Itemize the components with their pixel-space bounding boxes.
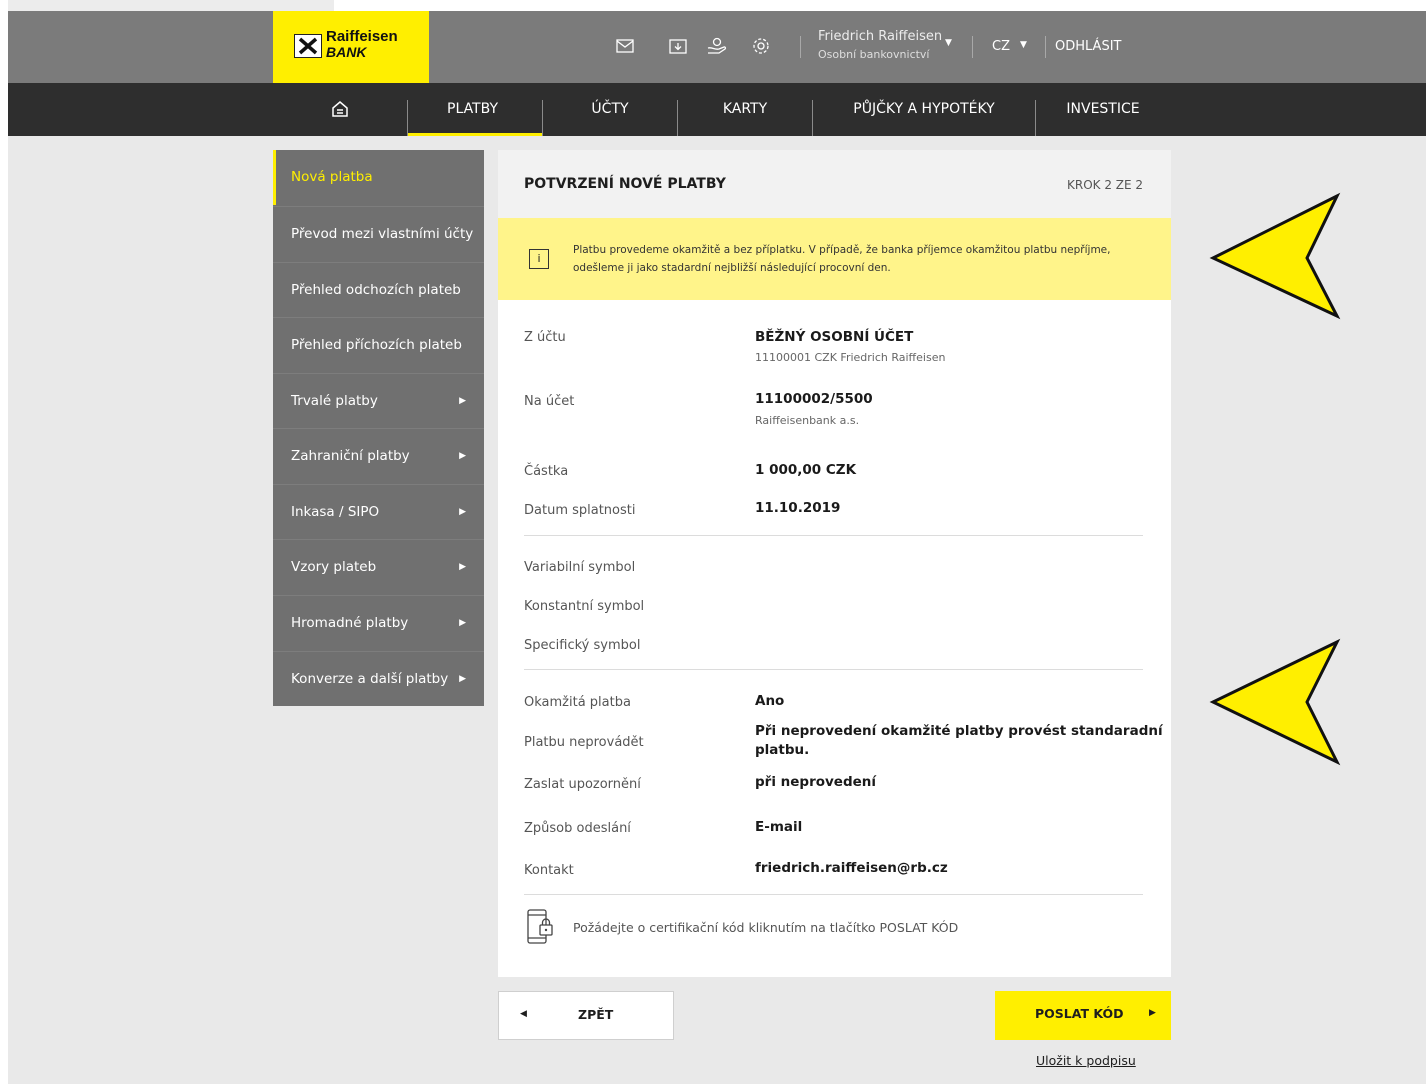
instant-payment-label: Okamžitá platba xyxy=(524,695,631,710)
mail-icon[interactable] xyxy=(615,36,635,56)
header-divider xyxy=(1045,36,1046,58)
instant-payment-value: Ano xyxy=(755,693,785,709)
notify-value: při neprovedení xyxy=(755,774,877,790)
to-account-value: 11100002/5500 xyxy=(755,391,873,407)
chevron-left-icon: ◀ xyxy=(520,1009,527,1019)
sidebar-item-trvale[interactable]: Trvalé platby ▶ xyxy=(273,373,484,428)
chevron-right-icon: ▶ xyxy=(459,396,466,406)
hand-money-icon[interactable] xyxy=(706,36,727,56)
sidebar-item-label: Převod mezi vlastními účty xyxy=(291,226,474,242)
header-divider xyxy=(972,36,973,58)
from-account-label: Z účtu xyxy=(524,330,566,345)
chevron-right-icon: ▶ xyxy=(459,507,466,517)
due-date-label: Datum splatnosti xyxy=(524,503,636,518)
to-account-label: Na účet xyxy=(524,394,575,409)
nav-item-investice[interactable]: INVESTICE xyxy=(1036,83,1170,136)
nav-item-ucty[interactable]: ÚČTY xyxy=(543,83,677,136)
info-text: Platbu provedeme okamžitě a bez příplatk… xyxy=(573,241,1143,277)
section-divider xyxy=(524,535,1143,536)
sidebar-item-label: Zahraniční platby xyxy=(291,448,410,464)
nav-item-platby[interactable]: PLATBY xyxy=(408,83,542,136)
sidebar-item-label: Konverze a další platby xyxy=(291,671,449,687)
sidebar-item-prevod[interactable]: Převod mezi vlastními účty xyxy=(273,206,484,261)
save-for-signing-link[interactable]: Uložit k podpisu xyxy=(1036,1053,1136,1068)
send-code-button[interactable]: POSLAT KÓD ▶ xyxy=(995,991,1171,1040)
sidebar-item-prichozi[interactable]: Přehled příchozích plateb xyxy=(273,317,484,372)
variable-symbol-label: Variabilní symbol xyxy=(524,560,636,575)
annotation-arrow-icon xyxy=(1209,638,1341,766)
download-box-icon[interactable] xyxy=(668,36,688,56)
send-code-label: POSLAT KÓD xyxy=(1035,1006,1124,1021)
due-date-value: 11.10.2019 xyxy=(755,500,841,516)
sidebar-item-inkasa[interactable]: Inkasa / SIPO ▶ xyxy=(273,484,484,539)
sidebar-item-konverze[interactable]: Konverze a další platby ▶ xyxy=(273,651,484,706)
phone-lock-icon xyxy=(526,909,556,949)
annotation-arrow-icon xyxy=(1209,192,1341,320)
sidebar-item-label: Vzory plateb xyxy=(291,559,377,575)
send-method-label: Způsob odeslání xyxy=(524,821,631,836)
section-divider xyxy=(524,669,1143,670)
amount-value: 1 000,00 CZK xyxy=(755,462,857,478)
back-button[interactable]: ◀ ZPĚT xyxy=(498,991,674,1040)
do-not-execute-line: platbu. xyxy=(755,742,810,758)
user-name[interactable]: Friedrich Raiffeisen xyxy=(818,29,942,44)
sidebar-item-zahranicni[interactable]: Zahraniční platby ▶ xyxy=(273,428,484,483)
user-segment: Osobní bankovnictví xyxy=(818,48,930,61)
sidebar-item-hromadne[interactable]: Hromadné platby ▶ xyxy=(273,595,484,650)
certification-hint: Požádejte o certifikační kód kliknutím n… xyxy=(573,920,959,935)
chevron-right-icon: ▶ xyxy=(1149,1008,1156,1018)
settings-icon[interactable] xyxy=(751,36,771,56)
sidebar-item-nova-platba[interactable]: Nová platba xyxy=(273,150,484,205)
nav-item-karty[interactable]: KARTY xyxy=(678,83,812,136)
contact-label: Kontakt xyxy=(524,863,574,878)
step-indicator: KROK 2 ZE 2 xyxy=(1067,178,1144,192)
nav-item-pujcky[interactable]: PŮJČKY A HYPOTÉKY xyxy=(813,83,1035,136)
sidebar-item-label: Trvalé platby xyxy=(291,393,378,409)
nav-home[interactable] xyxy=(273,83,407,136)
info-text-line: Platbu provedeme okamžitě a bez příplatk… xyxy=(573,244,1111,256)
do-not-execute-label: Platbu neprovádět xyxy=(524,735,644,750)
home-icon xyxy=(332,101,348,117)
sidebar-item-label: Přehled odchozích plateb xyxy=(291,282,461,298)
header-divider xyxy=(800,36,801,58)
from-account-value: BĚŽNÝ OSOBNÍ ÚČET xyxy=(755,329,914,345)
user-dropdown-caret-icon[interactable]: ▼ xyxy=(945,38,952,48)
info-icon: i xyxy=(529,249,549,269)
page-title: POTVRZENÍ NOVÉ PLATBY xyxy=(524,176,726,192)
sidebar-item-label: Nová platba xyxy=(291,169,373,185)
send-method-value: E-mail xyxy=(755,819,803,835)
chevron-right-icon: ▶ xyxy=(459,451,466,461)
back-button-label: ZPĚT xyxy=(578,1007,614,1022)
sidebar-item-odchozi[interactable]: Přehled odchozích plateb xyxy=(273,262,484,317)
chevron-right-icon: ▶ xyxy=(459,562,466,572)
contact-value: friedrich.raiffeisen@rb.cz xyxy=(755,860,948,876)
notify-label: Zaslat upozornění xyxy=(524,777,641,792)
logo-cross-icon xyxy=(294,34,322,58)
constant-symbol-label: Konstantní symbol xyxy=(524,599,645,614)
do-not-execute-value: Při neprovedení okamžité platby provést … xyxy=(755,722,1163,760)
sidebar-item-vzory[interactable]: Vzory plateb ▶ xyxy=(273,539,484,594)
amount-label: Částka xyxy=(524,464,569,479)
language-select[interactable]: CZ xyxy=(992,39,1010,54)
do-not-execute-line: Při neprovedení okamžité platby provést … xyxy=(755,723,1163,739)
chevron-right-icon: ▶ xyxy=(459,674,466,684)
section-divider xyxy=(524,894,1143,895)
sidebar-item-label: Hromadné platby xyxy=(291,615,409,631)
logo-text-line2: BANK xyxy=(326,44,367,60)
language-caret-icon[interactable]: ▼ xyxy=(1020,40,1027,50)
top-strip xyxy=(8,0,334,11)
specific-symbol-label: Specifický symbol xyxy=(524,638,641,653)
chevron-right-icon: ▶ xyxy=(459,618,466,628)
sidebar-item-label: Přehled příchozích plateb xyxy=(291,337,462,353)
info-text-line: odešleme ji jako stadardní nejbližší nás… xyxy=(573,262,891,274)
bank-logo[interactable]: Raiffeisen BANK xyxy=(273,11,429,83)
sidebar-item-label: Inkasa / SIPO xyxy=(291,504,380,520)
logo-text-line1: Raiffeisen xyxy=(326,28,398,45)
from-account-sub: 11100001 CZK Friedrich Raiffeisen xyxy=(755,351,946,364)
to-account-sub: Raiffeisenbank a.s. xyxy=(755,414,860,427)
logout-link[interactable]: ODHLÁSIT xyxy=(1055,39,1121,54)
